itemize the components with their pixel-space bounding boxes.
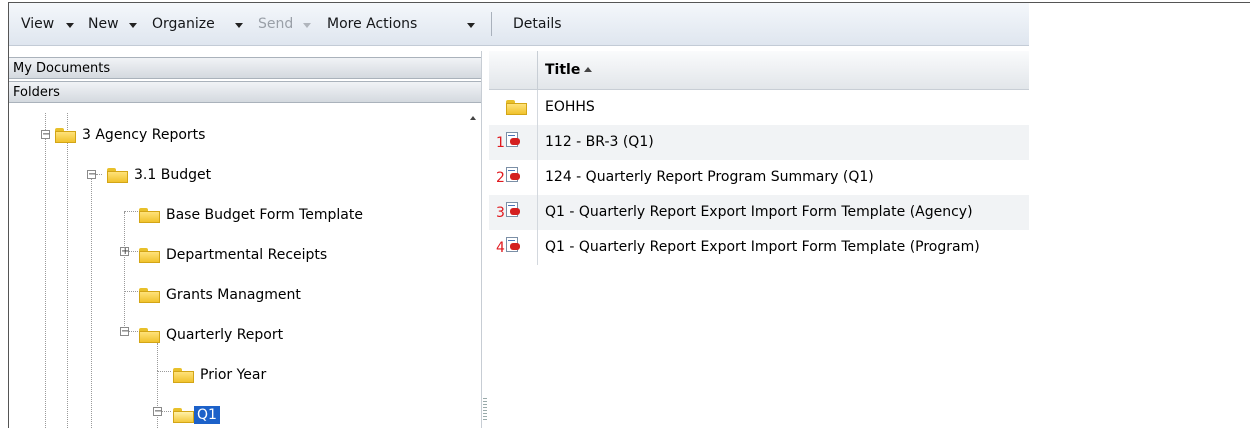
- splitter-grip-icon[interactable]: [483, 398, 487, 422]
- send-menu[interactable]: Send: [258, 16, 293, 32]
- folder-icon: [139, 287, 160, 303]
- send-dropdown-icon[interactable]: [303, 23, 311, 28]
- tree-node-departmental-receipts[interactable]: Departmental Receipts: [139, 243, 327, 267]
- tree-node-label: Base Budget Form Template: [166, 207, 363, 223]
- table-row[interactable]: EOHHS: [489, 90, 1029, 125]
- tree-node-label: Prior Year: [200, 367, 267, 383]
- tree-node-3-agency-reports[interactable]: 3 Agency Reports: [55, 123, 205, 147]
- tree-node-label: 3 Agency Reports: [82, 127, 206, 143]
- collapse-expander-icon[interactable]: −: [153, 407, 162, 417]
- folder-icon: [107, 167, 128, 183]
- folder-icon: [139, 207, 160, 223]
- toolbar-separator: [491, 12, 492, 36]
- scroll-up-icon[interactable]: [470, 116, 476, 120]
- report-document-icon: [506, 202, 520, 219]
- table-row[interactable]: 1 112 - BR-3 (Q1): [489, 125, 1029, 160]
- details-button[interactable]: Details: [513, 16, 562, 32]
- tree-node-prior-year[interactable]: Prior Year: [173, 363, 266, 387]
- collapse-expander-icon[interactable]: −: [41, 130, 50, 140]
- collapse-expander-icon[interactable]: −: [120, 327, 129, 337]
- tree-node-grants-managment[interactable]: Grants Managment: [139, 283, 301, 307]
- more-actions-dropdown-icon[interactable]: [467, 23, 475, 28]
- tree-node-3-1-budget[interactable]: 3.1 Budget: [107, 163, 211, 187]
- title-column-header[interactable]: Title: [545, 62, 580, 78]
- row-annotation-number: 3: [496, 205, 505, 221]
- sort-ascending-icon[interactable]: [584, 67, 592, 72]
- view-menu[interactable]: View: [21, 16, 54, 32]
- app-window: View New Organize Send More Actions Deta…: [8, 2, 1250, 428]
- folders-header[interactable]: Folders: [9, 81, 481, 103]
- row-title[interactable]: 112 - BR-3 (Q1): [545, 134, 654, 150]
- new-menu[interactable]: New: [88, 16, 119, 32]
- table-row[interactable]: 4 Q1 - Quarterly Report Export Import Fo…: [489, 230, 1029, 265]
- documents-grid: Title EOHHS 1 112 - BR-3 (Q1) 2 124 - Qu…: [489, 51, 1029, 428]
- tree-node-quarterly-report[interactable]: Quarterly Report: [139, 323, 283, 347]
- grid-header: Title: [489, 51, 1029, 90]
- view-dropdown-icon[interactable]: [66, 23, 74, 28]
- more-actions-menu[interactable]: More Actions: [327, 16, 417, 32]
- tree-scrollbar[interactable]: [467, 113, 481, 428]
- my-documents-header[interactable]: My Documents: [9, 57, 481, 79]
- expand-expander-icon[interactable]: +: [120, 247, 129, 257]
- folder-icon: [139, 327, 160, 343]
- tree-node-label-selected: Q1: [194, 406, 220, 424]
- organize-menu[interactable]: Organize: [152, 16, 215, 32]
- row-title[interactable]: EOHHS: [545, 99, 595, 115]
- row-annotation-number: 2: [496, 170, 505, 186]
- icon-column-header[interactable]: [489, 51, 538, 89]
- tree-node-label: Grants Managment: [166, 287, 301, 303]
- folder-tree: − 3 Agency Reports − 3.1 Budget Base Bud…: [9, 113, 481, 428]
- table-row[interactable]: 3 Q1 - Quarterly Report Export Import Fo…: [489, 195, 1029, 230]
- report-document-icon: [506, 237, 520, 254]
- folder-icon: [506, 100, 527, 115]
- folder-icon: [55, 127, 76, 143]
- tree-node-q1[interactable]: Q1: [173, 403, 220, 427]
- tree-node-label: Departmental Receipts: [166, 247, 328, 263]
- organize-dropdown-icon[interactable]: [235, 23, 243, 28]
- row-annotation-number: 4: [496, 240, 505, 256]
- row-title[interactable]: Q1 - Quarterly Report Export Import Form…: [545, 239, 980, 255]
- open-folder-icon: [173, 407, 194, 423]
- collapse-expander-icon[interactable]: −: [87, 170, 96, 180]
- folder-icon: [139, 247, 160, 263]
- row-title[interactable]: Q1 - Quarterly Report Export Import Form…: [545, 204, 973, 220]
- folder-icon: [173, 367, 194, 383]
- row-title[interactable]: 124 - Quarterly Report Program Summary (…: [545, 169, 874, 185]
- tree-node-base-budget-form-template[interactable]: Base Budget Form Template: [139, 203, 363, 227]
- report-document-icon: [506, 132, 520, 149]
- tree-node-label: Quarterly Report: [166, 327, 284, 343]
- tree-node-label: 3.1 Budget: [134, 167, 212, 183]
- left-panel: My Documents Folders − 3 Agency Reports …: [9, 51, 481, 428]
- table-row[interactable]: 2 124 - Quarterly Report Program Summary…: [489, 160, 1029, 195]
- new-dropdown-icon[interactable]: [129, 23, 137, 28]
- report-document-icon: [506, 167, 520, 184]
- row-annotation-number: 1: [496, 135, 505, 151]
- toolbar: View New Organize Send More Actions Deta…: [9, 3, 1029, 46]
